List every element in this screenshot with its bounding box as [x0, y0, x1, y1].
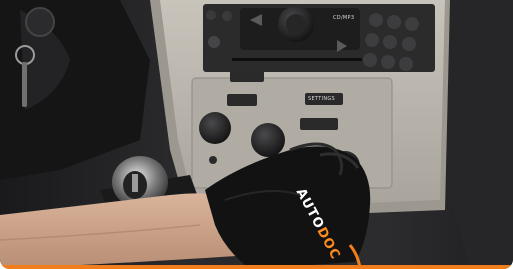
- accent-bar: [0, 265, 513, 269]
- cd-mp3-button-label: CD/MP3: [333, 15, 355, 21]
- setting-button-label: SETTINGS: [308, 96, 336, 102]
- car-interior-photo: [0, 0, 513, 269]
- photo-frame: CD/MP3 SETTINGS AUTODOC: [0, 0, 513, 269]
